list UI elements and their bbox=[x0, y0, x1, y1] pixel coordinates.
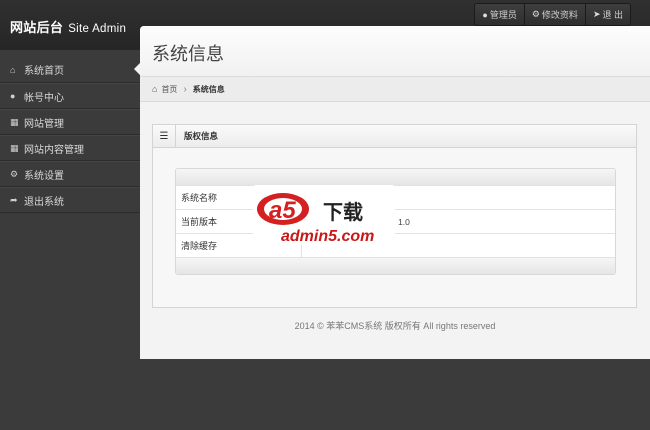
breadcrumb-current: 系统信息 bbox=[192, 84, 225, 94]
chevron-right-icon: › bbox=[183, 83, 187, 95]
home-icon: ⌂ bbox=[152, 84, 158, 94]
sidebar-item-content[interactable]: ▦ 网站内容管理 bbox=[0, 135, 140, 161]
grid-icon: ▦ bbox=[10, 142, 19, 153]
sidebar-item-site[interactable]: ▦ 网站管理 bbox=[0, 109, 140, 135]
footer-copyright: 2014 © 苯苯CMS系统 版权所有 All rights reserved bbox=[294, 321, 496, 331]
logout-label: 退 出 bbox=[602, 10, 623, 20]
breadcrumb-home-link[interactable]: 首页 bbox=[161, 84, 177, 95]
table-row: 清除缓存 bbox=[176, 233, 615, 257]
breadcrumb: ⌂ 首页 › 系统信息 bbox=[140, 77, 650, 102]
page-title: 系统信息 bbox=[140, 26, 650, 77]
table-footer bbox=[176, 257, 615, 274]
sidebar: ⌂ 系统首页 ● 帐号中心 ▦ 网站管理 ▦ 网站内容管理 ⚙ 系统设置 ➦ 退… bbox=[0, 57, 140, 213]
top-actions: ● 管理员 ⚙ 修改资料 ➤ 退 出 bbox=[474, 3, 631, 26]
table-row: 系统名称 bbox=[176, 185, 615, 209]
share-icon: ➦ bbox=[10, 194, 18, 205]
grid-icon: ▦ bbox=[10, 116, 19, 127]
logout-button[interactable]: ➤ 退 出 bbox=[584, 4, 630, 25]
user-icon: ● bbox=[10, 91, 16, 101]
admin-user-label: 管理员 bbox=[489, 10, 517, 20]
gear-icon: ⚙ bbox=[531, 9, 540, 19]
table-row: 当前版本 1.0 bbox=[176, 209, 615, 233]
brand-subtitle: Site Admin bbox=[68, 23, 127, 35]
logo-tagline-text: 下载 bbox=[323, 200, 363, 224]
user-icon: ● bbox=[482, 9, 488, 20]
sidebar-item-logout[interactable]: ➦ 退出系统 bbox=[0, 187, 140, 213]
admin-user-button[interactable]: ● 管理员 bbox=[475, 4, 523, 25]
sidebar-item-label: 帐号中心 bbox=[24, 92, 64, 104]
box-title: 版权信息 bbox=[184, 131, 219, 141]
box-header: ☰ 版权信息 bbox=[153, 125, 636, 148]
logo-url-text: admin5.com bbox=[281, 228, 374, 245]
sidebar-item-label: 网站内容管理 bbox=[24, 144, 84, 156]
list-icon: ☰ bbox=[153, 125, 176, 147]
brand-title: 网站后台 bbox=[10, 20, 64, 35]
gear-icon: ⚙ bbox=[10, 168, 19, 179]
edit-profile-label: 修改资料 bbox=[541, 10, 578, 20]
info-table: 系统名称 当前版本 1.0 清除缓存 bbox=[175, 168, 616, 275]
sidebar-item-label: 网站管理 bbox=[24, 118, 64, 130]
edit-profile-button[interactable]: ⚙ 修改资料 bbox=[523, 4, 585, 25]
table-header bbox=[176, 169, 615, 185]
logout-icon: ➤ bbox=[592, 9, 601, 19]
sidebar-item-label: 退出系统 bbox=[24, 196, 64, 208]
brand[interactable]: 网站后台 Site Admin bbox=[10, 17, 126, 36]
a5-watermark-logo: a5 下载 admin5.com bbox=[253, 185, 395, 245]
sidebar-item-label: 系统首页 bbox=[24, 66, 64, 77]
sidebar-item-account[interactable]: ● 帐号中心 bbox=[0, 83, 140, 109]
sidebar-item-settings[interactable]: ⚙ 系统设置 bbox=[0, 161, 140, 187]
home-icon: ⌂ bbox=[10, 64, 16, 75]
main-panel: 系统信息 ⌂ 首页 › 系统信息 ☰ 版权信息 系统名称 当前版本 1.0 清除… bbox=[140, 26, 650, 359]
sidebar-item-label: 系统设置 bbox=[24, 170, 64, 182]
logo-brand-text: a5 bbox=[269, 197, 296, 224]
sidebar-item-home[interactable]: ⌂ 系统首页 bbox=[0, 57, 140, 83]
